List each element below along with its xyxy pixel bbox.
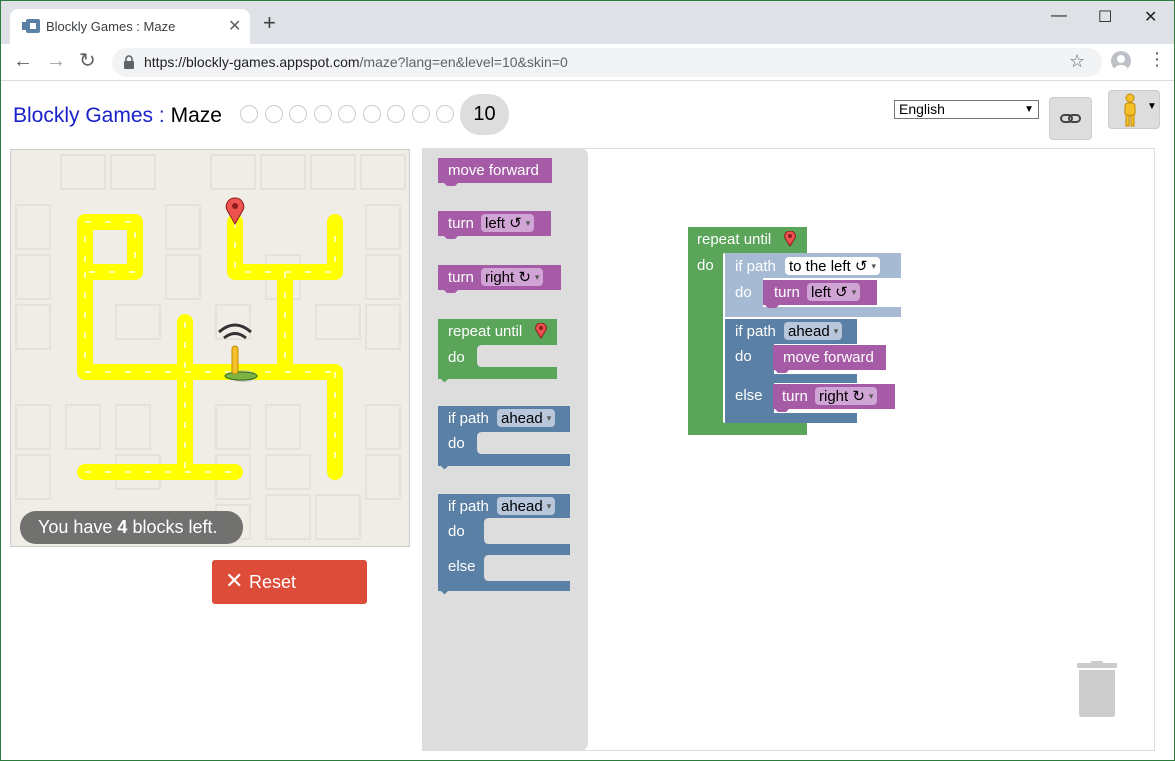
dropdown-arrow-icon: ▾: [833, 326, 839, 336]
pg-turn-label-2: turn: [782, 388, 808, 405]
dropdown-arrow-icon: ▾: [525, 218, 531, 228]
dropdown-arrow-icon: ▾: [851, 287, 857, 297]
pg-ahead-value: ahead: [788, 323, 830, 340]
browser-window: Blockly Games : Maze ✕ + — ☐ ✕ ← → ↻ htt…: [0, 0, 1175, 761]
tb-ahead-value-2: ahead: [501, 498, 543, 515]
pg-if-do-label-1: do: [735, 284, 752, 301]
pg-ahead-dropdown[interactable]: ahead ▾: [784, 322, 843, 340]
pg-to-the-left-value: to the left ↺: [789, 258, 868, 275]
pg-repeat-do-label: do: [697, 257, 714, 274]
pg-if-do-label-2: do: [735, 348, 752, 365]
pg-if-path-label-1: if path: [735, 258, 776, 275]
dropdown-arrow-icon: ▾: [871, 261, 876, 271]
tb-if-path-label-1: if path: [448, 410, 489, 427]
tb-turn-label-1: turn: [448, 215, 474, 232]
pg-turn-right-dropdown[interactable]: right ↻ ▾: [815, 387, 878, 405]
pg-move-forward-label: move forward: [783, 349, 874, 366]
dropdown-arrow-icon: ▾: [534, 272, 540, 282]
tb-if-do-label-1: do: [448, 435, 465, 452]
pg-repeat-until-label: repeat until: [697, 231, 772, 248]
tb-else-label: else: [448, 558, 476, 575]
blocks-layer: [438, 158, 901, 594]
tb-turn-label-2: turn: [448, 269, 474, 286]
tb-right-value: right ↻: [485, 269, 531, 286]
dropdown-arrow-icon: ▾: [546, 501, 552, 511]
pg-turn-label-1: turn: [774, 284, 800, 301]
tb-if-ahead-dropdown-2[interactable]: ahead ▾: [497, 497, 556, 515]
tb-if-ahead-dropdown-1[interactable]: ahead ▾: [497, 409, 556, 427]
tb-ahead-value: ahead: [501, 410, 543, 427]
tb-left-value: left ↺: [485, 215, 522, 232]
pg-left-value: left ↺: [811, 284, 848, 301]
tb-turn-left-dropdown[interactable]: left ↺ ▾: [481, 214, 535, 232]
pg-if-path-label-2: if path: [735, 323, 776, 340]
pg-right-value: right ↻: [819, 388, 865, 405]
tb-turn-right-dropdown[interactable]: right ↻ ▾: [481, 268, 544, 286]
pg-turn-left-dropdown[interactable]: left ↺ ▾: [807, 283, 861, 301]
pg-goal-marker-icon: [784, 231, 796, 247]
pg-else-label: else: [735, 387, 763, 404]
dropdown-arrow-icon: ▾: [868, 391, 874, 401]
tb-if-path-label-2: if path: [448, 498, 489, 515]
pg-direction-left-dropdown[interactable]: to the left ↺ ▾: [785, 257, 880, 275]
tb-if-do-label-2: do: [448, 523, 465, 540]
tb-repeat-until-label: repeat until: [448, 323, 523, 340]
tb-repeat-do-label: do: [448, 349, 465, 366]
tb-goal-marker-icon: [535, 323, 547, 339]
tb-move-forward-label: move forward: [448, 162, 539, 179]
trash-can-icon[interactable]: [1075, 661, 1119, 717]
dropdown-arrow-icon: ▾: [546, 413, 552, 423]
